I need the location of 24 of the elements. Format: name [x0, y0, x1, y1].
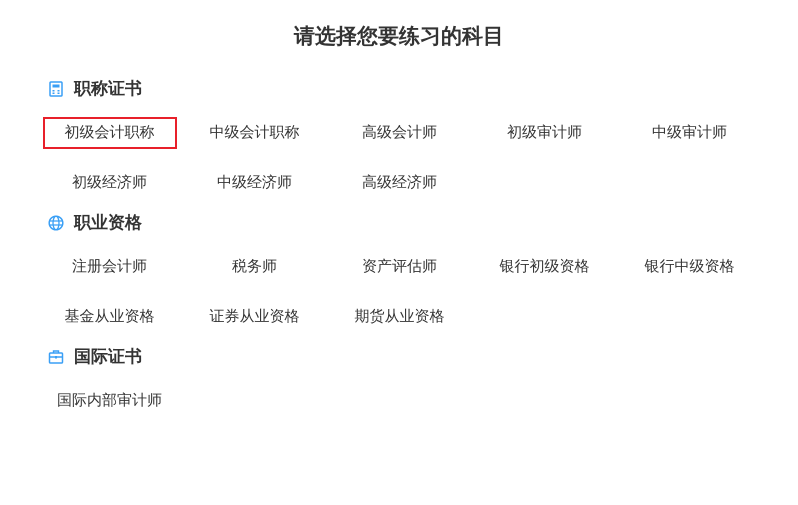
subject-option[interactable]: 银行初级资格: [478, 251, 612, 283]
globe-icon: [48, 215, 64, 231]
section-heading: 职业资格: [74, 212, 142, 234]
subject-option[interactable]: 初级经济师: [42, 167, 176, 199]
subject-option[interactable]: 税务师: [188, 251, 322, 283]
calculator-icon: [48, 81, 64, 97]
page-title: 请选择您要练习的科目: [294, 24, 504, 50]
subject-option[interactable]: 中级会计职称: [188, 117, 322, 149]
subject-option[interactable]: 注册会计师: [42, 251, 176, 283]
subject-option[interactable]: 证券从业资格: [188, 301, 322, 333]
subject-option[interactable]: 期货从业资格: [332, 301, 466, 333]
subject-option[interactable]: 初级审计师: [478, 117, 612, 149]
section-heading: 国际证书: [74, 346, 142, 368]
subject-option[interactable]: 高级会计师: [332, 117, 466, 149]
subject-option[interactable]: 国际内部审计师: [42, 385, 176, 417]
briefcase-icon: [48, 349, 64, 365]
subject-option[interactable]: 基金从业资格: [42, 301, 176, 333]
section-heading: 职称证书: [74, 78, 142, 100]
subject-option[interactable]: 中级经济师: [188, 167, 322, 199]
subject-option[interactable]: 初级会计职称: [42, 117, 176, 149]
subject-option[interactable]: 高级经济师: [332, 167, 466, 199]
subject-option[interactable]: 银行中级资格: [622, 251, 756, 283]
subject-option[interactable]: 资产评估师: [332, 251, 466, 283]
subject-option[interactable]: 中级审计师: [622, 117, 756, 149]
